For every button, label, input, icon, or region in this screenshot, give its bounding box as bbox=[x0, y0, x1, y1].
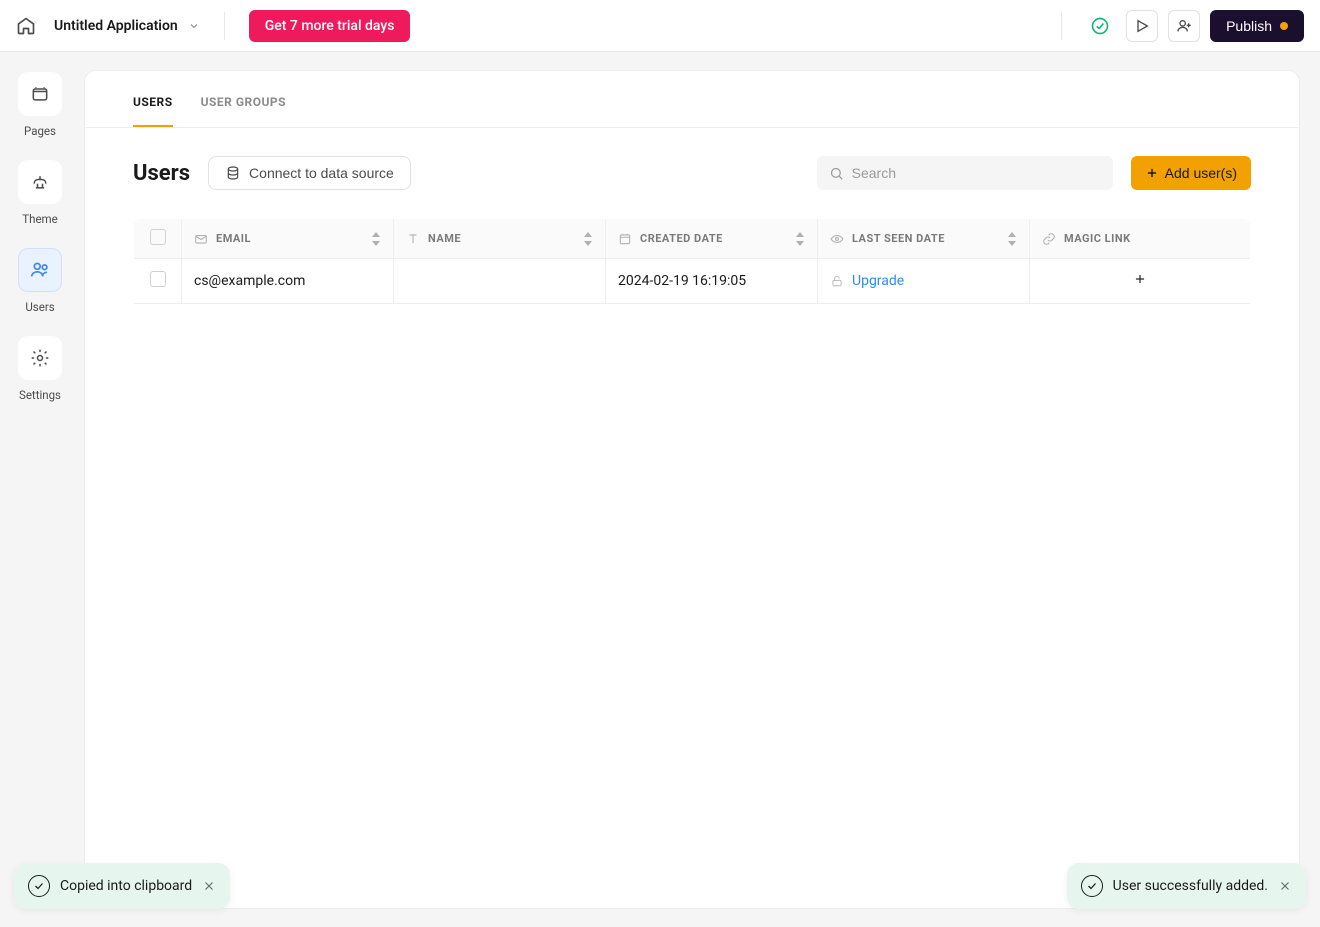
col-lastseen[interactable]: LAST SEEN DATE bbox=[818, 219, 1030, 259]
app-title: Untitled Application bbox=[54, 18, 178, 34]
checkbox[interactable] bbox=[150, 271, 166, 287]
pages-icon bbox=[18, 72, 62, 116]
col-select-all[interactable] bbox=[134, 219, 182, 259]
users-icon bbox=[18, 248, 62, 292]
checkbox[interactable] bbox=[150, 229, 166, 245]
add-user-label: Add user(s) bbox=[1165, 165, 1237, 181]
header-actions: Publish bbox=[1049, 10, 1304, 42]
sort-icon[interactable] bbox=[1007, 232, 1017, 246]
gear-icon bbox=[18, 336, 62, 380]
sort-icon[interactable] bbox=[583, 232, 593, 246]
col-magic: MAGIC LINK bbox=[1030, 219, 1251, 259]
close-icon[interactable] bbox=[202, 879, 216, 893]
upgrade-link[interactable]: Upgrade bbox=[852, 273, 904, 289]
tab-users[interactable]: USERS bbox=[133, 95, 173, 127]
toast-message: User successfully added. bbox=[1113, 878, 1268, 894]
app-title-dropdown[interactable]: Untitled Application bbox=[54, 18, 200, 34]
search-input[interactable] bbox=[852, 165, 1101, 181]
sidebar-label: Theme bbox=[22, 212, 57, 226]
col-label: CREATED DATE bbox=[640, 232, 723, 245]
col-email[interactable]: EMAIL bbox=[182, 219, 394, 259]
sidebar-item-theme[interactable]: Theme bbox=[18, 160, 62, 226]
plus-icon bbox=[1133, 274, 1147, 290]
main-panel: USERS USER GROUPS Users Connect to data … bbox=[84, 70, 1300, 909]
table-empty-space bbox=[134, 304, 1251, 342]
sort-icon[interactable] bbox=[795, 232, 805, 246]
sort-icon[interactable] bbox=[371, 232, 381, 246]
tabs: USERS USER GROUPS bbox=[85, 71, 1299, 128]
sidebar-label: Users bbox=[25, 300, 54, 314]
sidebar-item-pages[interactable]: Pages bbox=[18, 72, 62, 138]
link-icon bbox=[1042, 232, 1056, 246]
publish-label: Publish bbox=[1226, 18, 1272, 34]
text-icon bbox=[406, 232, 420, 246]
eye-icon bbox=[830, 232, 844, 246]
check-circle-icon bbox=[28, 875, 50, 897]
cell-magic[interactable] bbox=[1030, 259, 1251, 304]
tab-user-groups[interactable]: USER GROUPS bbox=[201, 95, 286, 127]
database-icon bbox=[225, 165, 241, 181]
mail-icon bbox=[194, 232, 208, 246]
table-row[interactable]: cs@example.com 2024-02-19 16:19:05 Upgra… bbox=[134, 259, 1251, 304]
col-name[interactable]: NAME bbox=[394, 219, 606, 259]
col-label: MAGIC LINK bbox=[1064, 232, 1131, 245]
trial-button[interactable]: Get 7 more trial days bbox=[249, 10, 411, 42]
divider bbox=[1061, 12, 1062, 40]
theme-icon bbox=[18, 160, 62, 204]
cell-lastseen: Upgrade bbox=[818, 259, 1030, 304]
status-ok-icon[interactable] bbox=[1084, 10, 1116, 42]
chevron-down-icon bbox=[188, 20, 200, 32]
users-table: EMAIL NAME bbox=[133, 218, 1251, 342]
toolbar: Users Connect to data source Add user(s) bbox=[85, 128, 1299, 218]
sidebar-label: Settings bbox=[19, 388, 61, 402]
col-label: NAME bbox=[428, 232, 461, 245]
connect-datasource-button[interactable]: Connect to data source bbox=[208, 156, 411, 190]
col-created[interactable]: CREATED DATE bbox=[606, 219, 818, 259]
toast-message: Copied into clipboard bbox=[60, 878, 192, 894]
home-icon[interactable] bbox=[16, 16, 36, 36]
toast-clipboard: Copied into clipboard bbox=[14, 863, 230, 909]
check-circle-icon bbox=[1081, 875, 1103, 897]
col-label: LAST SEEN DATE bbox=[852, 232, 945, 245]
plus-icon bbox=[1145, 166, 1159, 180]
col-label: EMAIL bbox=[216, 232, 251, 245]
sidebar-item-settings[interactable]: Settings bbox=[18, 336, 62, 402]
cell-created: 2024-02-19 16:19:05 bbox=[606, 259, 818, 304]
toast-user-added: User successfully added. bbox=[1067, 863, 1306, 909]
search-box[interactable] bbox=[817, 156, 1113, 190]
users-table-wrap: EMAIL NAME bbox=[85, 218, 1299, 342]
cell-name bbox=[394, 259, 606, 304]
add-user-button[interactable]: Add user(s) bbox=[1131, 156, 1251, 190]
cell-email: cs@example.com bbox=[182, 259, 394, 304]
page-title: Users bbox=[133, 161, 190, 186]
search-icon bbox=[829, 166, 844, 181]
app-header: Untitled Application Get 7 more trial da… bbox=[0, 0, 1320, 52]
invite-user-button[interactable] bbox=[1168, 10, 1200, 42]
connect-label: Connect to data source bbox=[249, 165, 394, 181]
publish-button[interactable]: Publish bbox=[1210, 10, 1304, 42]
divider bbox=[224, 12, 225, 40]
sidebar: Pages Theme Users Settings bbox=[0, 52, 80, 927]
lock-open-icon bbox=[830, 274, 844, 288]
calendar-icon bbox=[618, 232, 632, 246]
sidebar-item-users[interactable]: Users bbox=[18, 248, 62, 314]
status-dot-icon bbox=[1280, 22, 1288, 30]
preview-button[interactable] bbox=[1126, 10, 1158, 42]
sidebar-label: Pages bbox=[24, 124, 56, 138]
close-icon[interactable] bbox=[1278, 879, 1292, 893]
